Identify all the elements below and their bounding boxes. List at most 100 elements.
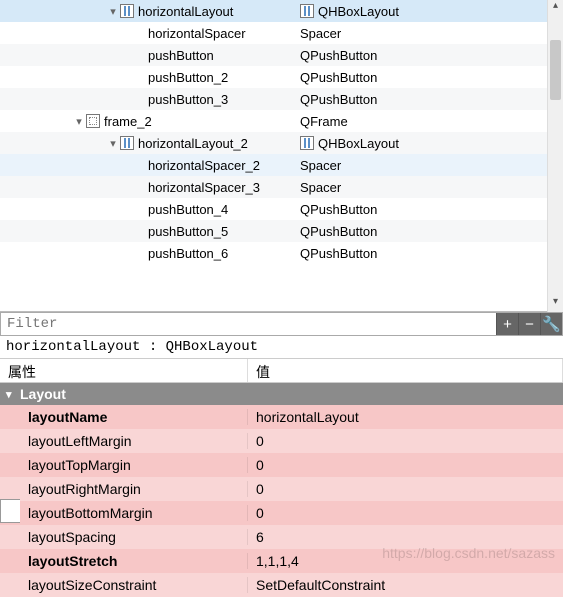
class-name: QPushButton xyxy=(300,202,377,217)
tree-class-cell: QPushButton xyxy=(300,224,562,239)
filter-input[interactable] xyxy=(1,313,496,335)
property-value[interactable]: 0 xyxy=(248,433,563,449)
tree-name-cell: ▾pushButton_3 xyxy=(0,92,300,107)
property-name: layoutLeftMargin xyxy=(0,433,248,449)
tree-row[interactable]: ▾pushButton_6QPushButton xyxy=(0,242,562,264)
left-edge-tab xyxy=(0,499,20,523)
expand-arrow-icon[interactable]: ▾ xyxy=(72,115,86,128)
property-value[interactable]: 0 xyxy=(248,481,563,497)
class-name: QPushButton xyxy=(300,224,377,239)
tree-row[interactable]: ▾horizontalSpacer_3Spacer xyxy=(0,176,562,198)
hbox-layout-icon xyxy=(120,136,134,150)
property-row[interactable]: layoutSpacing6 xyxy=(0,525,563,549)
hbox-layout-icon xyxy=(300,136,314,150)
hbox-layout-icon xyxy=(120,4,134,18)
object-name: horizontalSpacer_2 xyxy=(148,158,260,173)
group-label: Layout xyxy=(20,386,66,402)
object-name: pushButton xyxy=(148,48,214,63)
hbox-layout-icon xyxy=(300,4,314,18)
property-value[interactable]: horizontalLayout xyxy=(248,409,563,425)
class-name: QPushButton xyxy=(300,92,377,107)
tree-name-cell: ▾pushButton_4 xyxy=(0,202,300,217)
tree-class-cell: QPushButton xyxy=(300,70,562,85)
property-row[interactable]: layoutBottomMargin0 xyxy=(0,501,563,525)
object-name: horizontalSpacer_3 xyxy=(148,180,260,195)
tree-row[interactable]: ▾pushButton_3QPushButton xyxy=(0,88,562,110)
tree-name-cell: ▾pushButton_6 xyxy=(0,246,300,261)
property-name: layoutTopMargin xyxy=(0,457,248,473)
scroll-down-icon[interactable]: ▾ xyxy=(548,296,563,312)
tree-name-cell: ▾ frame_2 xyxy=(0,114,300,129)
object-name: pushButton_3 xyxy=(148,92,228,107)
object-tree[interactable]: ▾horizontalLayoutQHBoxLayout▾horizontalS… xyxy=(0,0,563,311)
class-name: Spacer xyxy=(300,26,341,41)
tree-row[interactable]: ▾horizontalSpacer_2Spacer xyxy=(0,154,562,176)
tree-class-cell: QPushButton xyxy=(300,246,562,261)
tree-class-cell: QHBoxLayout xyxy=(300,4,562,19)
property-row[interactable]: layoutStretch1,1,1,4 xyxy=(0,549,563,573)
tree-name-cell: ▾horizontalSpacer_3 xyxy=(0,180,300,195)
object-name: pushButton_4 xyxy=(148,202,228,217)
remove-button[interactable]: − xyxy=(518,313,540,335)
tree-class-cell: QHBoxLayout xyxy=(300,136,562,151)
property-row[interactable]: layoutSizeConstraintSetDefaultConstraint xyxy=(0,573,563,597)
settings-button[interactable]: 🔧 xyxy=(540,313,562,335)
object-name: pushButton_2 xyxy=(148,70,228,85)
class-name: Spacer xyxy=(300,158,341,173)
tree-row[interactable]: ▾ frame_2 QFrame xyxy=(0,110,562,132)
tree-row[interactable]: ▾pushButton_5QPushButton xyxy=(0,220,562,242)
tree-class-cell: QPushButton xyxy=(300,48,562,63)
property-editor-pane: + − 🔧 horizontalLayout : QHBoxLayout 属性 … xyxy=(0,312,563,567)
tree-class-cell: QPushButton xyxy=(300,92,562,107)
tree-row[interactable]: ▾horizontalSpacerSpacer xyxy=(0,22,562,44)
tree-row[interactable]: ▾pushButton_2QPushButton xyxy=(0,66,562,88)
frame-icon xyxy=(86,114,100,128)
property-name: layoutBottomMargin xyxy=(0,505,248,521)
property-name: layoutSpacing xyxy=(0,529,248,545)
property-name: layoutRightMargin xyxy=(0,481,248,497)
object-name: frame_2 xyxy=(104,114,152,129)
add-button[interactable]: + xyxy=(496,313,518,335)
property-row[interactable]: layoutTopMargin0 xyxy=(0,453,563,477)
property-value[interactable]: 0 xyxy=(248,505,563,521)
property-row[interactable]: layoutRightMargin0 xyxy=(0,477,563,501)
tree-name-cell: ▾horizontalSpacer_2 xyxy=(0,158,300,173)
tree-class-cell: QFrame xyxy=(300,114,562,129)
tree-row[interactable]: ▾ horizontalLayout QHBoxLayout xyxy=(0,0,562,22)
property-name: layoutName xyxy=(0,409,248,425)
object-inspector-pane: ▾horizontalLayoutQHBoxLayout▾horizontalS… xyxy=(0,0,563,312)
object-name: horizontalLayout xyxy=(138,4,233,19)
object-name: pushButton_5 xyxy=(148,224,228,239)
property-name: layoutSizeConstraint xyxy=(0,577,248,593)
tree-name-cell: ▾horizontalSpacer xyxy=(0,26,300,41)
tree-class-cell: Spacer xyxy=(300,26,562,41)
tree-name-cell: ▾ horizontalLayout xyxy=(0,4,300,19)
class-name: QHBoxLayout xyxy=(318,4,399,19)
property-value[interactable]: SetDefaultConstraint xyxy=(248,577,563,593)
tree-name-cell: ▾pushButton_5 xyxy=(0,224,300,239)
filter-bar: + − 🔧 xyxy=(0,312,563,336)
expand-arrow-icon[interactable]: ▾ xyxy=(106,137,120,150)
tree-name-cell: ▾pushButton_2 xyxy=(0,70,300,85)
tree-class-cell: Spacer xyxy=(300,158,562,173)
tree-row[interactable]: ▾ horizontalLayout_2 QHBoxLayout xyxy=(0,132,562,154)
object-name: horizontalLayout_2 xyxy=(138,136,248,151)
tree-row[interactable]: ▾pushButtonQPushButton xyxy=(0,44,562,66)
tree-row[interactable]: ▾pushButton_4QPushButton xyxy=(0,198,562,220)
tree-class-cell: QPushButton xyxy=(300,202,562,217)
tree-scrollbar[interactable]: ▴ ▾ xyxy=(547,0,563,312)
property-group-layout[interactable]: ▾ Layout xyxy=(0,383,563,405)
expand-arrow-icon[interactable]: ▾ xyxy=(106,5,120,18)
scroll-thumb[interactable] xyxy=(550,40,561,100)
class-name: QPushButton xyxy=(300,246,377,261)
property-value[interactable]: 6 xyxy=(248,529,563,545)
column-header-name[interactable]: 属性 xyxy=(0,359,248,382)
property-row[interactable]: layoutLeftMargin0 xyxy=(0,429,563,453)
property-value[interactable]: 0 xyxy=(248,457,563,473)
property-row[interactable]: layoutNamehorizontalLayout xyxy=(0,405,563,429)
object-name: pushButton_6 xyxy=(148,246,228,261)
property-list: layoutNamehorizontalLayoutlayoutLeftMarg… xyxy=(0,405,563,597)
scroll-up-icon[interactable]: ▴ xyxy=(548,0,563,16)
column-header-value[interactable]: 值 xyxy=(248,359,563,382)
class-name: QHBoxLayout xyxy=(318,136,399,151)
